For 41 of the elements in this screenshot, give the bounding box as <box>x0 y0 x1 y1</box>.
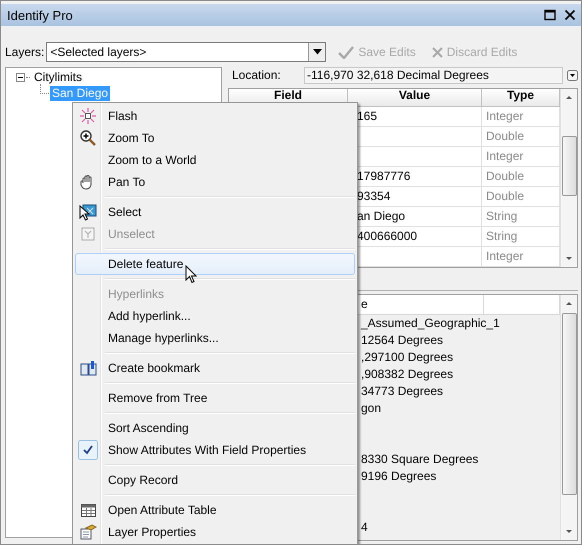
dropdown-icon[interactable] <box>567 70 578 80</box>
menu-item[interactable]: Manage hyperlinks... <box>75 327 355 349</box>
table-cell: ,297100 Degrees <box>361 350 454 364</box>
collapse-icon[interactable] <box>16 73 25 82</box>
table-icon <box>80 504 96 516</box>
table-cell: _Assumed_Geographic_1 <box>361 316 500 330</box>
maximize-icon[interactable] <box>544 9 556 21</box>
tree-item[interactable]: Citylimits <box>32 70 84 85</box>
table-cell: 8330 Square Degrees <box>361 452 478 466</box>
flash-icon <box>80 108 96 124</box>
menu-item[interactable]: Zoom To <box>75 127 355 149</box>
table-cell: 9196 Degrees <box>361 468 436 483</box>
book-icon <box>80 360 96 376</box>
menu-item[interactable]: Show Attributes With Field Properties <box>75 439 355 461</box>
layer-properties-icon <box>80 524 96 540</box>
menu-item[interactable]: Copy Record <box>75 469 355 491</box>
table-cell: 12564 Degrees <box>361 332 444 347</box>
table-cell: gon <box>361 400 382 415</box>
window-title: Identify Pro <box>7 8 73 22</box>
checkmark-icon <box>338 46 354 58</box>
menu-item[interactable]: Delete feature <box>75 253 355 275</box>
close-icon[interactable] <box>564 9 576 21</box>
cross-icon <box>432 46 443 58</box>
layers-dropdown[interactable]: <Selected layers> <box>46 42 326 62</box>
dropdown-arrow-icon <box>312 49 322 55</box>
unselect-icon <box>80 226 96 242</box>
layers-label: Layers: <box>5 45 44 59</box>
location-label: Location: <box>231 68 282 82</box>
table-cell: 34773 Degrees <box>361 384 444 398</box>
table-cell: 4 <box>361 520 368 534</box>
vertical-scrollbar[interactable] <box>560 89 577 267</box>
menu-item[interactable]: Layer Properties <box>75 521 355 543</box>
select-features-icon <box>79 204 97 220</box>
menu-item[interactable]: Open Attribute Table <box>75 499 355 521</box>
menu-item[interactable]: Create bookmark <box>75 357 355 379</box>
menu-item[interactable]: Remove from Tree <box>75 387 355 409</box>
vertical-scrollbar[interactable] <box>560 294 577 540</box>
zoom-in-icon <box>80 130 96 146</box>
location-field: -116,970 32,618 Decimal Degrees <box>304 66 563 84</box>
table-cell: ,908382 Degrees <box>361 366 454 381</box>
menu-item[interactable]: Sort Ascending <box>75 417 355 439</box>
